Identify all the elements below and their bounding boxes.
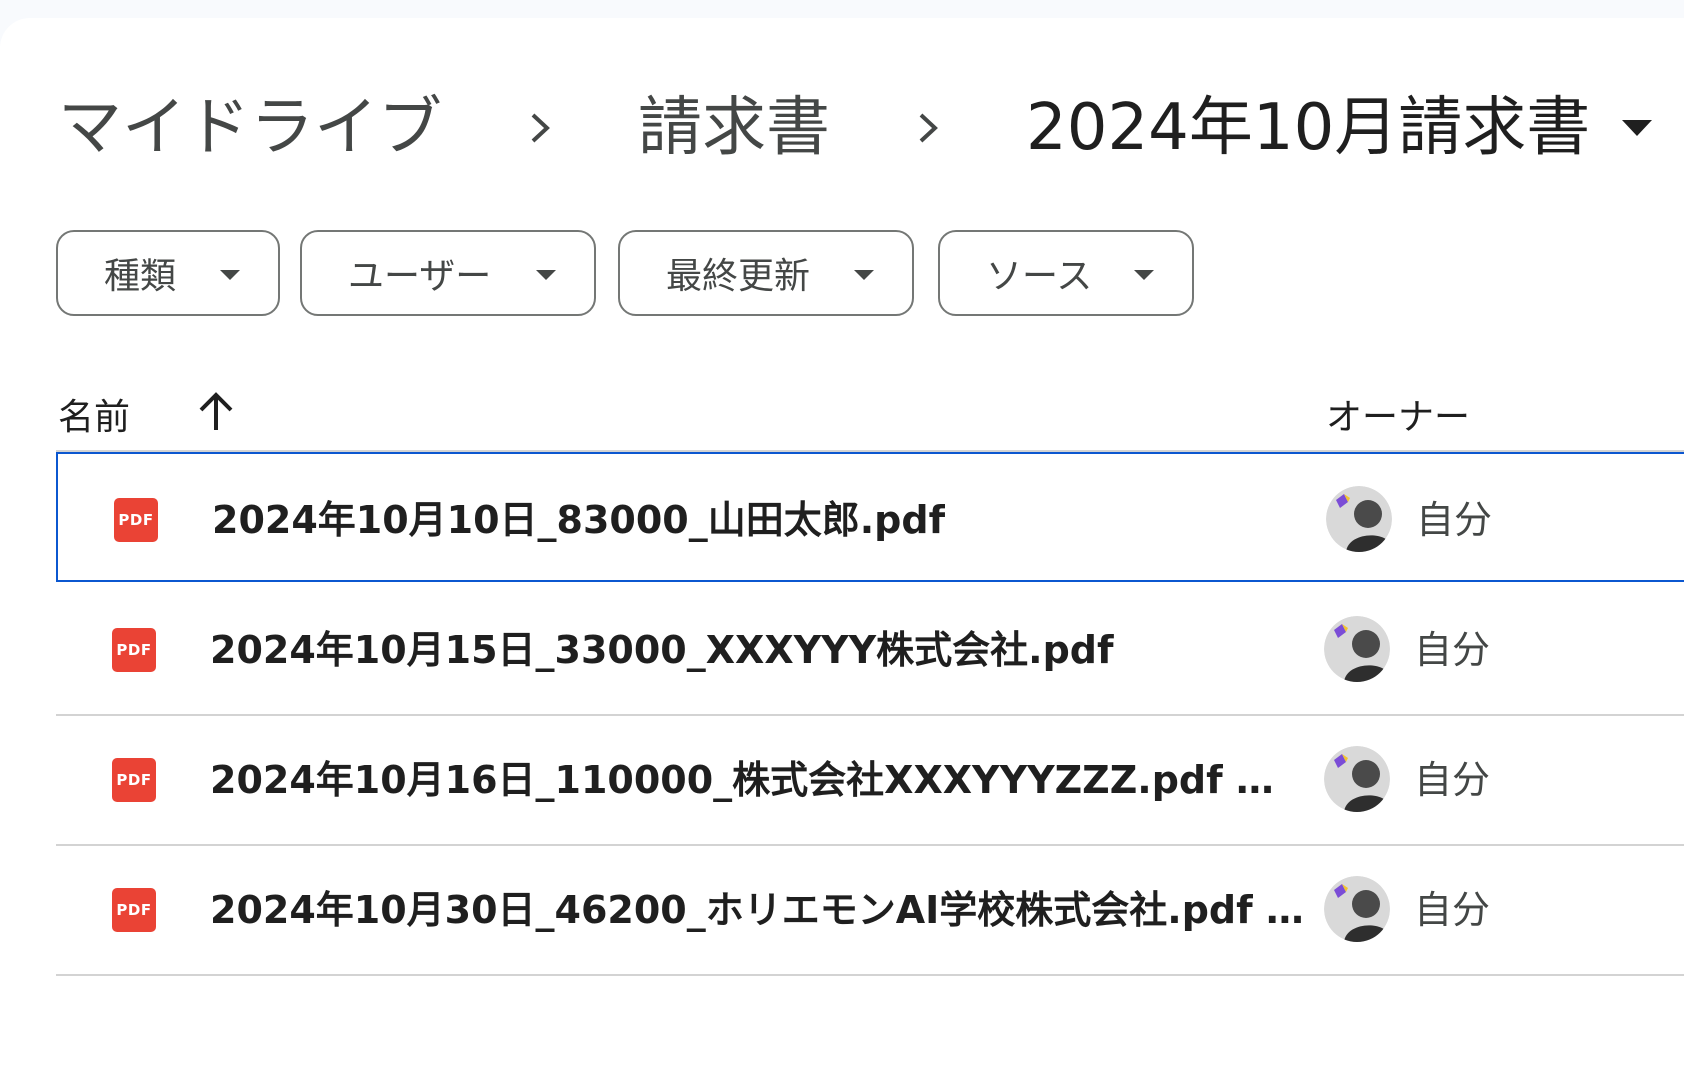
filter-source-label: ソース bbox=[986, 256, 1093, 297]
pdf-file-icon: PDF bbox=[112, 628, 156, 672]
file-row[interactable]: PDF 2024年10月30日_46200_ホリエモンAI学校株式会社.pdf … bbox=[56, 844, 1684, 974]
caret-down-icon bbox=[220, 270, 240, 280]
filter-user-chip[interactable]: ユーザー bbox=[300, 230, 596, 316]
caret-down-icon[interactable] bbox=[1620, 118, 1654, 138]
main-panel: マイドライブ 請求書 2024年10月請求書 種類 ユーザー 最終更新 ソース … bbox=[0, 18, 1684, 1078]
caret-down-icon bbox=[854, 270, 874, 280]
file-name[interactable]: 2024年10月15日_33000_XXXYYY株式会社.pdf bbox=[210, 622, 1114, 678]
breadcrumb: マイドライブ 請求書 2024年10月請求書 bbox=[58, 88, 1654, 168]
file-name[interactable]: 2024年10月30日_46200_ホリエモンAI学校株式会社.pdf の... bbox=[210, 882, 1310, 938]
file-row[interactable]: PDF 2024年10月10日_83000_山田太郎.pdf 自分 bbox=[56, 452, 1684, 582]
caret-down-icon bbox=[1134, 270, 1154, 280]
breadcrumb-my-drive[interactable]: マイドライブ bbox=[58, 88, 442, 168]
owner-name: 自分 bbox=[1414, 758, 1491, 802]
filter-type-chip[interactable]: 種類 bbox=[56, 230, 280, 316]
chevron-right-icon bbox=[498, 108, 582, 148]
file-name[interactable]: 2024年10月16日_110000_株式会社XXXYYYZZZ.pdf のコピ… bbox=[210, 752, 1310, 808]
caret-down-icon bbox=[536, 270, 556, 280]
file-name[interactable]: 2024年10月10日_83000_山田太郎.pdf bbox=[212, 492, 945, 548]
breadcrumb-current-folder[interactable]: 2024年10月請求書 bbox=[1026, 88, 1590, 168]
filter-last-modified-chip[interactable]: 最終更新 bbox=[618, 230, 914, 316]
owner-avatar bbox=[1324, 746, 1390, 812]
filter-source-chip[interactable]: ソース bbox=[938, 230, 1194, 316]
pdf-file-icon: PDF bbox=[112, 758, 156, 802]
pdf-file-icon: PDF bbox=[114, 498, 158, 542]
column-header-name[interactable]: 名前 bbox=[58, 386, 130, 442]
owner-avatar bbox=[1326, 486, 1392, 552]
file-row[interactable]: PDF 2024年10月16日_110000_株式会社XXXYYYZZZ.pdf… bbox=[56, 714, 1684, 844]
filter-type-label: 種類 bbox=[104, 256, 177, 297]
owner-avatar bbox=[1324, 616, 1390, 682]
column-header-owner[interactable]: オーナー bbox=[1326, 386, 1470, 442]
breadcrumb-invoices[interactable]: 請求書 bbox=[638, 88, 830, 168]
arrow-up-icon[interactable] bbox=[196, 390, 236, 434]
owner-avatar bbox=[1324, 876, 1390, 942]
file-row[interactable]: PDF 2024年10月15日_33000_XXXYYY株式会社.pdf 自分 bbox=[56, 584, 1684, 714]
owner-name: 自分 bbox=[1414, 888, 1491, 932]
filter-user-label: ユーザー bbox=[348, 256, 492, 297]
owner-name: 自分 bbox=[1416, 498, 1493, 542]
filter-last-modified-label: 最終更新 bbox=[666, 256, 811, 297]
row-divider bbox=[56, 974, 1684, 976]
owner-name: 自分 bbox=[1414, 628, 1491, 672]
chevron-right-icon bbox=[886, 108, 970, 148]
pdf-file-icon: PDF bbox=[112, 888, 156, 932]
